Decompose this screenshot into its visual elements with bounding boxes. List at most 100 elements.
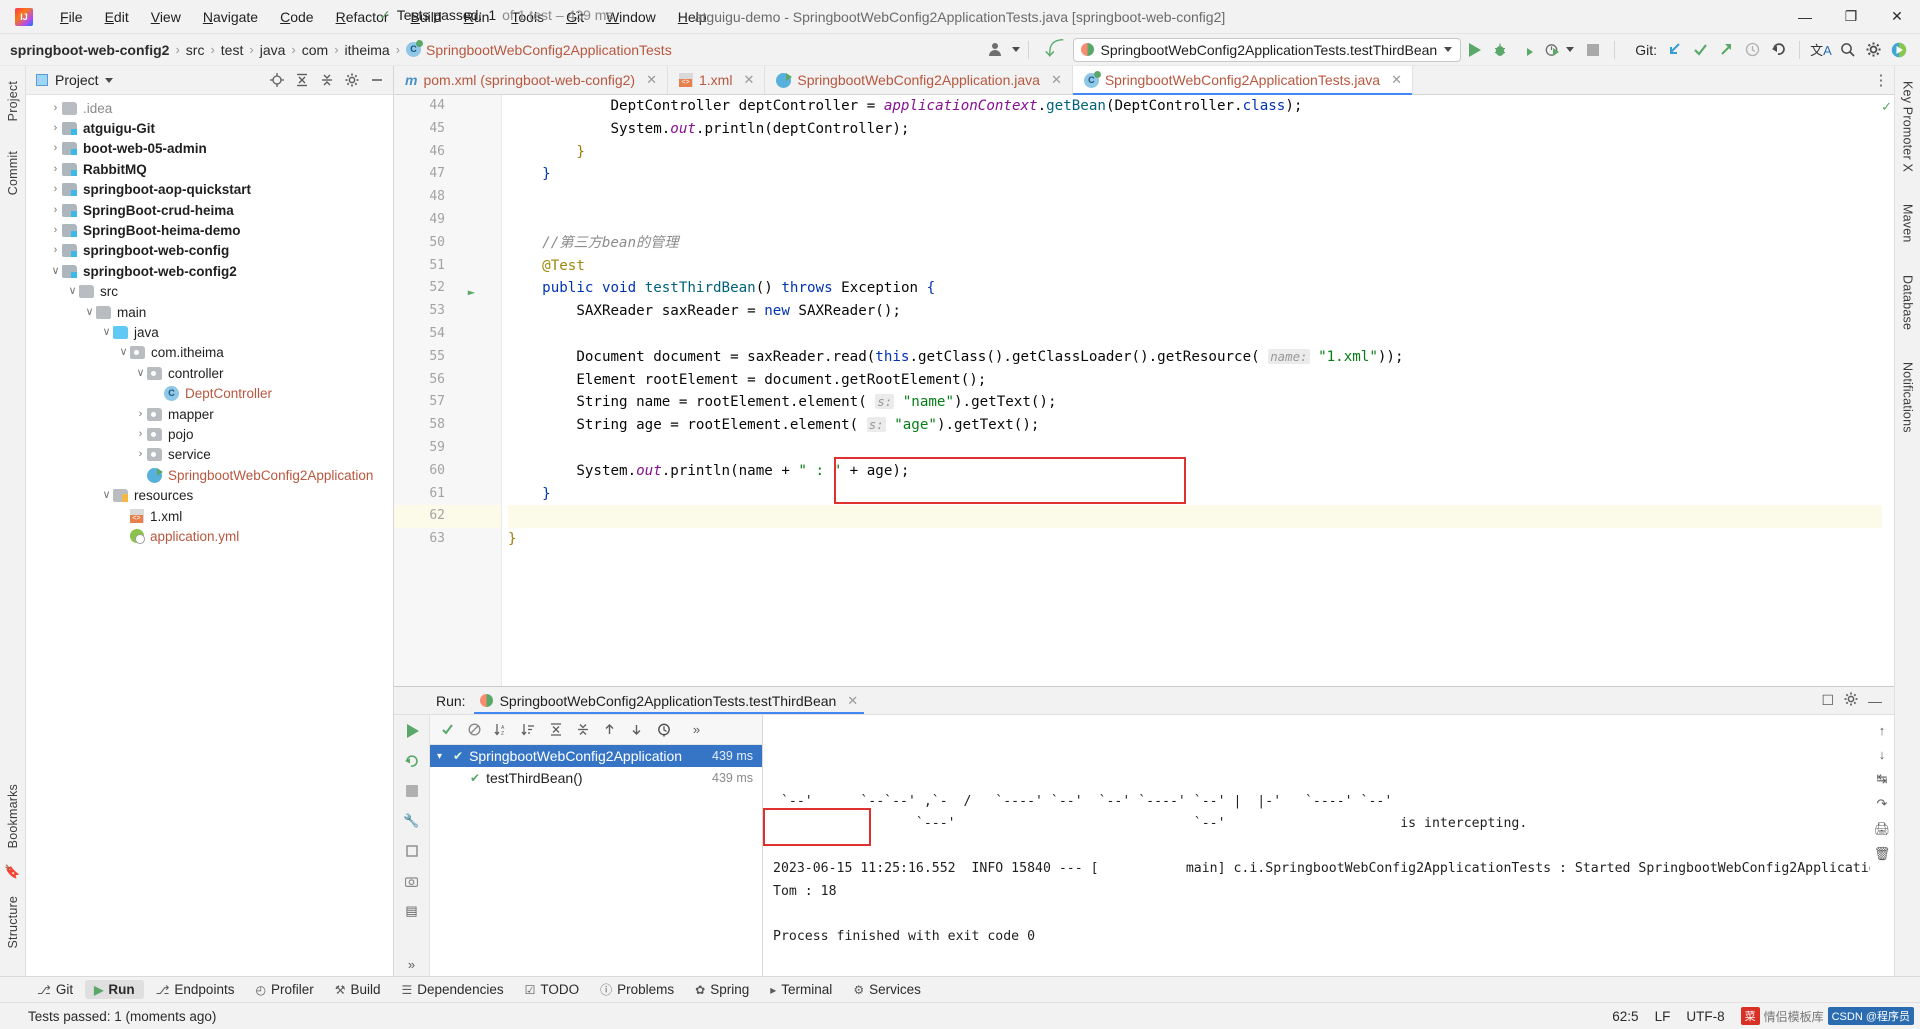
menu-item-code[interactable]: Code: [269, 5, 324, 29]
chevron-right-icon[interactable]: ›: [134, 428, 147, 440]
tool-window-button-dependencies[interactable]: ☰ Dependencies: [393, 980, 513, 999]
prev-occurrence-icon[interactable]: [598, 718, 621, 741]
layout-icon[interactable]: ▤: [400, 899, 424, 923]
editor-tab-springbootwebconfig2application-java[interactable]: SpringbootWebConfig2Application.java ✕: [765, 66, 1073, 94]
tree-node-springboot-crud-heima[interactable]: › SpringBoot-crud-heima: [26, 200, 393, 220]
stop-button[interactable]: [1580, 38, 1606, 62]
editor-tabs-more-icon[interactable]: ⋮: [1868, 66, 1894, 94]
tool-window-button-build[interactable]: ⚒ Build: [326, 980, 390, 999]
tool-button-notifications[interactable]: Notifications: [1901, 355, 1915, 440]
editor-tab-pom-xml--springboot-web-config2-[interactable]: m pom.xml (springboot-web-config2) ✕: [394, 66, 668, 94]
gear-icon[interactable]: [342, 70, 362, 90]
editor-area[interactable]: 44 45 46 47 48 49 50 51 52 ► 53 54 55 56 57 58 59 60 61 62 6…: [394, 95, 1894, 686]
scroll-up-icon[interactable]: ↑: [1879, 723, 1886, 738]
code-line[interactable]: String name = rootElement.element( s: "n…: [508, 391, 1894, 414]
chevron-right-icon[interactable]: ›: [49, 245, 62, 256]
tree-node-main[interactable]: ∨ main: [26, 302, 393, 322]
tree-node-springbootwebconfig2application[interactable]: SpringbootWebConfig2Application: [26, 465, 393, 485]
line-number[interactable]: 49: [394, 209, 501, 232]
line-number[interactable]: 53: [394, 300, 501, 323]
tree-node-1-xml[interactable]: 1.xml: [26, 506, 393, 526]
menu-item-navigate[interactable]: Navigate: [192, 5, 269, 29]
more-icon[interactable]: »: [685, 718, 708, 741]
tool-window-button-terminal[interactable]: ▸ Terminal: [761, 980, 841, 999]
chevron-down-icon[interactable]: ∨: [83, 306, 96, 318]
tool-window-button-git[interactable]: ⎇ Git: [28, 980, 82, 999]
tree-node-springboot-web-config[interactable]: › springboot-web-config: [26, 241, 393, 261]
close-icon[interactable]: ✕: [847, 693, 858, 709]
code-line[interactable]: //第三方bean的管理: [508, 232, 1894, 255]
wrench-icon[interactable]: 🔧: [400, 809, 424, 833]
code-line[interactable]: }: [508, 163, 1894, 186]
next-occurrence-icon[interactable]: [625, 718, 648, 741]
tree-node-springboot-aop-quickstart[interactable]: › springboot-aop-quickstart: [26, 180, 393, 200]
tree-node-rabbitmq[interactable]: › RabbitMQ: [26, 159, 393, 179]
scroll-to-end-icon[interactable]: ↷: [1877, 796, 1888, 812]
breadcrumb-item-springbootwebconfig2applicationtests[interactable]: C SpringbootWebConfig2ApplicationTests: [406, 40, 672, 58]
test-list[interactable]: ▾ ✔ SpringbootWebConfig2Application 439 ms ✔…: [430, 745, 762, 789]
code-line[interactable]: Element rootElement = document.getRootEl…: [508, 369, 1894, 392]
run-configuration-selector[interactable]: SpringbootWebConfig2ApplicationTests.tes…: [1072, 37, 1462, 62]
code-line[interactable]: [508, 209, 1894, 232]
test-row[interactable]: ✔ testThirdBean() 439 ms: [430, 767, 762, 789]
hide-panel-icon[interactable]: —: [1868, 693, 1882, 709]
show-passed-icon[interactable]: [436, 718, 459, 741]
menu-item-edit[interactable]: Edit: [94, 5, 140, 29]
chevron-down-icon[interactable]: [1566, 47, 1575, 52]
history-icon[interactable]: [1739, 38, 1765, 62]
commit-icon[interactable]: [1687, 38, 1713, 62]
breadcrumb-item-com[interactable]: com: [302, 42, 328, 58]
push-icon[interactable]: [1713, 38, 1739, 62]
run-side-toolbar[interactable]: 🔧 ▤ »: [394, 715, 430, 976]
update-project-icon[interactable]: [1661, 38, 1687, 62]
print-icon[interactable]: 🖨: [1874, 821, 1891, 837]
line-number[interactable]: 54: [394, 323, 501, 346]
close-icon[interactable]: ✕: [1391, 72, 1402, 88]
breadcrumb-item-test[interactable]: test: [221, 42, 244, 58]
chevron-right-icon[interactable]: ›: [134, 449, 147, 460]
collapse-all-icon[interactable]: [571, 718, 594, 741]
close-button[interactable]: ✕: [1874, 0, 1920, 33]
bookmark-icon[interactable]: 🔖: [4, 864, 20, 880]
editor-scrollbar[interactable]: ✓: [1881, 95, 1894, 686]
rerun-button[interactable]: [400, 719, 424, 743]
tool-button-key-promoter[interactable]: Key Promoter X: [1901, 74, 1915, 179]
line-number[interactable]: 46: [394, 141, 501, 164]
line-number[interactable]: 48: [394, 186, 501, 209]
tree-node--idea[interactable]: › .idea: [26, 98, 393, 118]
line-number[interactable]: 60: [394, 460, 501, 483]
tool-button-database[interactable]: Database: [1901, 268, 1915, 337]
breadcrumb-item-springboot-web-config2[interactable]: springboot-web-config2: [10, 42, 169, 58]
tree-node-com-itheima[interactable]: ∨ com.itheima: [26, 343, 393, 363]
stop-icon[interactable]: [400, 779, 424, 803]
tool-button-structure[interactable]: Structure: [6, 889, 20, 956]
chevron-right-icon[interactable]: ›: [49, 163, 62, 175]
close-icon[interactable]: ✕: [1051, 72, 1062, 88]
project-tree[interactable]: › .idea › atguigu-Git › boot-web-05-admin › Rab…: [26, 95, 393, 976]
chevron-down-icon[interactable]: ∨: [66, 286, 79, 297]
pin-icon[interactable]: [400, 839, 424, 863]
debug-button[interactable]: [1487, 38, 1513, 62]
tool-window-button-run[interactable]: ▶ Run: [85, 980, 144, 999]
tree-node-service[interactable]: › service: [26, 445, 393, 465]
tool-window-button-todo[interactable]: ☑ TODO: [516, 980, 589, 999]
hide-panel-icon[interactable]: [367, 70, 387, 90]
test-row[interactable]: ▾ ✔ SpringbootWebConfig2Application 439 ms: [430, 745, 762, 767]
caret-position[interactable]: 62:5: [1612, 1009, 1638, 1024]
chevron-right-icon[interactable]: ›: [134, 408, 147, 420]
code-line[interactable]: public void testThirdBean() throws Excep…: [508, 277, 1894, 300]
window-controls[interactable]: — ❐ ✕: [1782, 0, 1920, 33]
code-line[interactable]: [508, 186, 1894, 209]
profiler-button[interactable]: [1539, 38, 1565, 62]
sort-duration-icon[interactable]: [517, 718, 540, 741]
line-number[interactable]: 58: [394, 414, 501, 437]
tree-node-java[interactable]: ∨ java: [26, 322, 393, 342]
collapse-all-icon[interactable]: [317, 70, 337, 90]
close-icon[interactable]: ✕: [743, 72, 754, 88]
back-navigation-icon[interactable]: ⤵: [1045, 39, 1064, 60]
rerun-failed-icon[interactable]: [400, 749, 424, 773]
file-encoding[interactable]: UTF-8: [1686, 1009, 1724, 1024]
run-with-coverage-button[interactable]: [1513, 38, 1539, 62]
tool-button-commit[interactable]: Commit: [6, 144, 20, 202]
code-line[interactable]: SAXReader saxReader = new SAXReader();: [508, 300, 1894, 323]
